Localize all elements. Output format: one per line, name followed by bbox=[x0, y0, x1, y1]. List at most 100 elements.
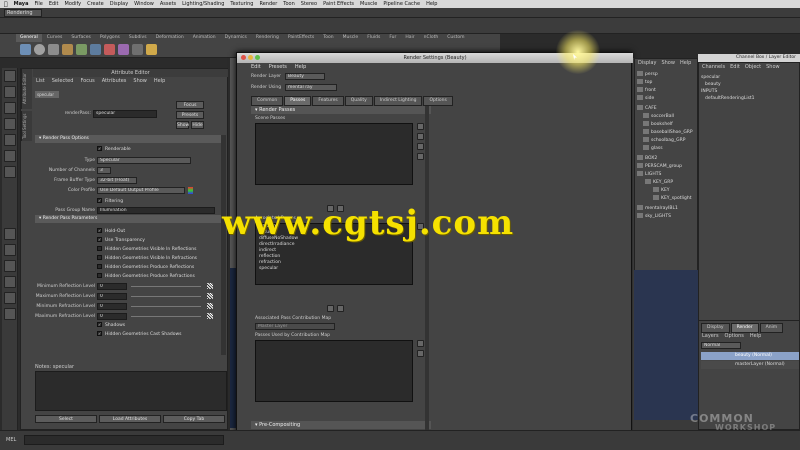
rs-menu-edit[interactable]: Edit bbox=[251, 63, 261, 72]
max-refraction-slider[interactable] bbox=[131, 313, 201, 319]
pass-group-field[interactable]: Illumination bbox=[97, 207, 215, 214]
outliner-item[interactable]: bookshelf bbox=[643, 121, 673, 127]
copy-tab-button[interactable]: Copy Tab bbox=[163, 415, 225, 423]
le-menu-layers[interactable]: Layers bbox=[702, 333, 719, 339]
menu-create[interactable]: Create bbox=[87, 1, 104, 7]
notes-field[interactable] bbox=[35, 371, 227, 411]
tab-common[interactable]: Common bbox=[251, 96, 284, 106]
shelf-cylinder-icon[interactable] bbox=[62, 44, 73, 55]
ae-menu-focus[interactable]: Focus bbox=[80, 77, 94, 86]
viewport-right[interactable] bbox=[634, 270, 698, 420]
type-dropdown[interactable]: Specular bbox=[97, 157, 191, 164]
hidden-visible-refractions-checkbox[interactable]: Hidden Geometries Visible In Refractions bbox=[97, 255, 197, 261]
outliner-item[interactable]: schoolbag_GRP bbox=[643, 137, 685, 143]
hidden-cast-shadows-checkbox[interactable]: ✓ Hidden Geometries Cast Shadows bbox=[97, 331, 182, 337]
tab-passes[interactable]: Passes bbox=[284, 96, 312, 106]
tab-indirect-lighting[interactable]: Indirect Lighting bbox=[373, 96, 423, 106]
shelf-material-icon[interactable] bbox=[132, 44, 143, 55]
shelf-tab-toon[interactable]: Toon bbox=[319, 34, 337, 42]
menu-help[interactable]: Help bbox=[426, 1, 437, 7]
pass-settings-icon[interactable] bbox=[417, 143, 424, 150]
close-icon[interactable] bbox=[241, 55, 246, 60]
focus-button[interactable]: Focus bbox=[176, 101, 204, 109]
tab-quality[interactable]: Quality bbox=[344, 96, 373, 106]
hide-button[interactable]: Hide bbox=[191, 121, 204, 129]
outliner-menu-show[interactable]: Show bbox=[661, 59, 675, 67]
command-input[interactable] bbox=[24, 435, 224, 445]
hidden-produce-reflections-checkbox[interactable]: Hidden Geometries Produce Reflections bbox=[97, 264, 194, 270]
outliner-item[interactable]: top bbox=[637, 79, 652, 85]
cb-node-name[interactable]: beauty bbox=[705, 82, 721, 87]
render-using-dropdown[interactable]: mental ray bbox=[285, 84, 337, 91]
select-button[interactable]: Select bbox=[35, 415, 97, 423]
manipulator-tool-icon[interactable] bbox=[4, 166, 16, 178]
layer-blend-dropdown[interactable]: Normal bbox=[701, 342, 741, 349]
node-tab-specular[interactable]: specular bbox=[35, 91, 59, 98]
ae-menu-show[interactable]: Show bbox=[133, 77, 147, 86]
menu-stereo[interactable]: Stereo bbox=[301, 1, 317, 7]
shelf-tab-subdivs[interactable]: Subdivs bbox=[125, 34, 151, 42]
render-layer-dropdown[interactable]: Beauty bbox=[285, 73, 325, 80]
map-button-icon[interactable] bbox=[207, 303, 213, 309]
min-reflection-field[interactable]: 0 bbox=[97, 283, 127, 290]
le-menu-help[interactable]: Help bbox=[750, 333, 761, 339]
shelf-tab-dynamics[interactable]: Dynamics bbox=[221, 34, 251, 42]
tab-features[interactable]: Features bbox=[312, 96, 344, 106]
shelf-cube-icon[interactable] bbox=[48, 44, 59, 55]
section-render-pass-parameters[interactable]: ▾ Render Pass Parameters bbox=[35, 215, 225, 223]
attribute-editor-vtab[interactable]: Attribute Editor bbox=[21, 69, 32, 109]
contribution-refresh-icon[interactable] bbox=[417, 350, 424, 357]
layer-row[interactable]: masterLayer (Normal) bbox=[701, 361, 799, 369]
shelf-tab-general[interactable]: General bbox=[16, 34, 42, 42]
move-up-icon[interactable] bbox=[337, 305, 344, 312]
minimize-icon[interactable] bbox=[248, 55, 253, 60]
tab-display-layers[interactable]: Display bbox=[701, 323, 730, 333]
outliner-item[interactable]: LIGHTS bbox=[637, 171, 661, 177]
layout-single-icon[interactable] bbox=[4, 228, 16, 240]
menu-render[interactable]: Render bbox=[259, 1, 277, 7]
shelf-render-icon[interactable] bbox=[146, 44, 157, 55]
contribution-map-dropdown[interactable]: Master Layer bbox=[255, 323, 335, 330]
outliner-item[interactable]: CAFE bbox=[637, 105, 657, 111]
shelf-plane-icon[interactable] bbox=[76, 44, 87, 55]
le-menu-options[interactable]: Options bbox=[725, 333, 744, 339]
ae-scrollbar[interactable] bbox=[221, 135, 226, 355]
rs-scrollbar[interactable] bbox=[425, 106, 429, 436]
outliner-item[interactable]: KEY bbox=[653, 187, 670, 193]
shelf-tab-animation[interactable]: Animation bbox=[189, 34, 220, 42]
outliner-item[interactable]: PERSCAM_group bbox=[637, 163, 682, 169]
shelf-tab-fur[interactable]: Fur bbox=[385, 34, 400, 42]
menu-display[interactable]: Display bbox=[110, 1, 128, 7]
paint-select-icon[interactable] bbox=[4, 102, 16, 114]
filtering-checkbox[interactable]: ✓ Filtering bbox=[97, 198, 123, 204]
max-refraction-field[interactable]: 0 bbox=[97, 313, 127, 320]
shelf-tab-surfaces[interactable]: Surfaces bbox=[67, 34, 95, 42]
menu-lighting[interactable]: Lighting/Shading bbox=[182, 1, 224, 7]
move-tool-icon[interactable] bbox=[4, 118, 16, 130]
show-button[interactable]: Show bbox=[176, 121, 189, 129]
menu-muscle[interactable]: Muscle bbox=[360, 1, 377, 7]
scale-tool-icon[interactable] bbox=[4, 150, 16, 162]
ae-menu-attributes[interactable]: Attributes bbox=[102, 77, 127, 86]
menu-texturing[interactable]: Texturing bbox=[230, 1, 253, 7]
holdout-checkbox[interactable]: ✓ Hold-Out bbox=[97, 228, 125, 234]
layout-graph-icon[interactable] bbox=[4, 292, 16, 304]
min-reflection-slider[interactable] bbox=[131, 283, 201, 289]
shelf-tab-custom[interactable]: Custom bbox=[443, 34, 468, 42]
ae-menu-list[interactable]: List bbox=[36, 77, 45, 86]
zoom-icon[interactable] bbox=[255, 55, 260, 60]
rs-menu-help[interactable]: Help bbox=[295, 63, 306, 72]
create-pass-icon[interactable] bbox=[417, 123, 424, 130]
channels-dropdown[interactable]: 3 bbox=[97, 167, 111, 174]
shadows-checkbox[interactable]: ✓ Shadows bbox=[97, 322, 125, 328]
delete-pass-icon[interactable] bbox=[417, 133, 424, 140]
layout-hypershade-icon[interactable] bbox=[4, 308, 16, 320]
layer-row-selected[interactable]: beauty (Normal) bbox=[701, 352, 799, 360]
mode-selector[interactable]: Rendering bbox=[4, 9, 42, 17]
cb-menu-edit[interactable]: Edit bbox=[730, 63, 740, 71]
shelf-tool-icon[interactable] bbox=[20, 44, 31, 55]
hidden-visible-reflections-checkbox[interactable]: Hidden Geometries Visible In Reflections bbox=[97, 246, 196, 252]
ae-menu-selected[interactable]: Selected bbox=[52, 77, 74, 86]
app-menu[interactable]: Maya bbox=[14, 1, 29, 7]
menu-toon[interactable]: Toon bbox=[283, 1, 295, 7]
